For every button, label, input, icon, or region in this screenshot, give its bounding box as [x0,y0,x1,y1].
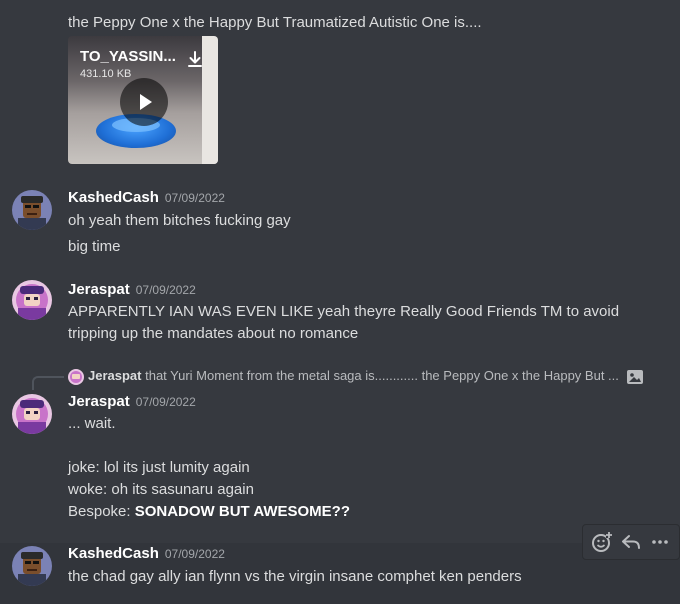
more-icon[interactable] [648,530,672,554]
video-attachment[interactable]: TO_YASSIN... 431.10 KB [68,36,218,164]
username[interactable]: KashedCash [68,545,159,562]
message-header: KashedCash 07/09/2022 [68,189,225,209]
reply-avatar[interactable] [68,369,84,385]
message-header: KashedCash 07/09/2022 [68,545,225,565]
chat-messages: the Peppy One x the Happy But Traumatize… [0,0,680,604]
message-text-prefix: Bespoke: [68,503,135,520]
message-text: oh yeah them bitches fucking gay [68,212,291,229]
reply-preview[interactable]: Jeraspat that Yuri Moment from the metal… [88,368,619,386]
reply-username[interactable]: Jeraspat [88,368,141,383]
message-text: joke: lol its just lumity again [68,459,250,476]
timestamp[interactable]: 07/09/2022 [136,283,196,297]
avatar[interactable] [12,190,52,230]
timestamp[interactable]: 07/09/2022 [165,191,225,205]
message-text: tripping up the mandates about no romanc… [68,325,359,342]
add-reaction-icon[interactable] [590,530,614,554]
message-text: APPARENTLY IAN WAS EVEN LIKE yeah theyre… [68,303,620,320]
message-header: Jeraspat 07/09/2022 [68,393,196,413]
avatar[interactable] [12,546,52,586]
reply-text[interactable]: that Yuri Moment from the metal saga is.… [145,368,619,383]
reply-icon[interactable] [619,530,643,554]
message-actions-toolbar [582,524,680,560]
message-text: the chad gay ally ian flynn vs the virgi… [68,568,522,585]
message-bold-text: SONADOW BUT AWESOME?? [134,503,350,520]
reply-spine [32,376,64,390]
message-text: woke: oh its sasunaru again [68,481,254,498]
download-icon[interactable] [186,50,204,68]
message-text: ... wait. [68,415,116,432]
avatar[interactable] [12,280,52,320]
video-frame-light [202,36,218,164]
image-icon [626,368,644,386]
message-text: Bespoke: SONADOW BUT AWESOME?? [68,502,350,522]
message-header: Jeraspat 07/09/2022 [68,281,196,301]
message-text: the Peppy One x the Happy But Traumatize… [68,14,482,31]
timestamp[interactable]: 07/09/2022 [165,547,225,561]
username[interactable]: Jeraspat [68,281,130,298]
timestamp[interactable]: 07/09/2022 [136,395,196,409]
message-text: big time [68,238,121,255]
username[interactable]: KashedCash [68,189,159,206]
play-button[interactable] [120,78,168,126]
attachment-file-name: TO_YASSIN... [80,48,176,65]
avatar[interactable] [12,394,52,434]
username[interactable]: Jeraspat [68,393,130,410]
